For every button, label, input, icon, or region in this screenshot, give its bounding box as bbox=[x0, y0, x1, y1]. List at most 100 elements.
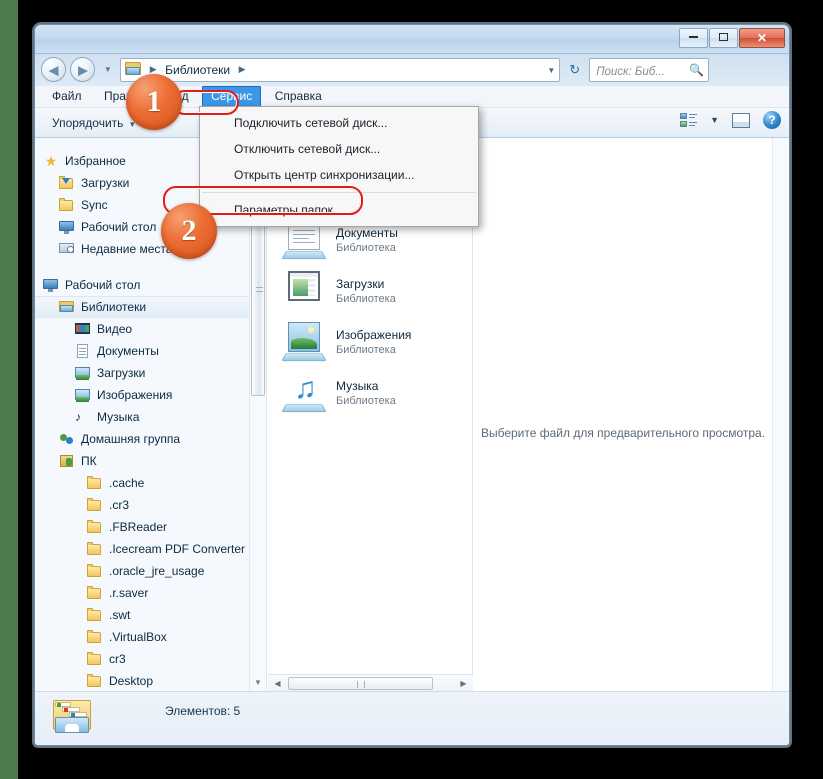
file-list-horizontal-scrollbar[interactable]: ◀ ▶ bbox=[268, 674, 473, 691]
file-item-pictures[interactable]: Изображения Библиотека bbox=[268, 317, 472, 368]
nav-item-swt[interactable]: .swt bbox=[35, 604, 266, 626]
nav-label: Загрузки bbox=[81, 176, 130, 190]
menu-item-file[interactable]: Файл bbox=[43, 86, 91, 107]
nav-item-documents[interactable]: Документы bbox=[35, 340, 266, 362]
back-arrow-icon: ◀ bbox=[48, 62, 59, 77]
nav-label: Избранное bbox=[65, 154, 126, 168]
nav-label: Документы bbox=[97, 344, 159, 358]
refresh-icon[interactable]: ↻ bbox=[565, 62, 585, 78]
explorer-window: ✕ ◀ ▶ ▼ ▶ Библиотеки ▶ ▼ ↻ Поиск: Биб...… bbox=[34, 24, 790, 746]
breadcrumb-sep-icon: ▶ bbox=[149, 63, 157, 74]
nav-label: Музыка bbox=[97, 410, 140, 424]
folder-icon bbox=[87, 651, 103, 667]
window-controls: ✕ bbox=[679, 28, 785, 48]
nav-label: Рабочий стол bbox=[65, 278, 141, 292]
scroll-right-icon[interactable]: ▶ bbox=[457, 677, 470, 690]
minimize-icon bbox=[680, 33, 707, 43]
close-button[interactable]: ✕ bbox=[739, 28, 785, 48]
nav-label: .r.saver bbox=[109, 586, 149, 600]
nav-item-libraries[interactable]: Библиотеки bbox=[35, 296, 266, 318]
nav-item-homegroup[interactable]: Домашняя группа bbox=[35, 428, 266, 450]
nav-item-icecream-pdf-converter[interactable]: .Icecream PDF Converter bbox=[35, 538, 266, 560]
menu-option-map-network-drive[interactable]: Подключить сетевой диск... bbox=[200, 110, 478, 136]
nav-item-pictures[interactable]: Изображения bbox=[35, 384, 266, 406]
nav-label: Загрузки bbox=[97, 366, 146, 380]
pictures-icon bbox=[75, 388, 91, 403]
view-chevron-down-icon[interactable]: ▼ bbox=[710, 115, 719, 125]
homegroup-icon bbox=[59, 432, 75, 447]
nav-item-downloads-library[interactable]: Загрузки bbox=[35, 362, 266, 384]
user-folder-icon bbox=[59, 454, 75, 469]
nav-label: .cr3 bbox=[109, 498, 130, 512]
nav-item-pc[interactable]: ПК bbox=[35, 450, 266, 472]
annotation-badge-2: 2 bbox=[161, 203, 217, 259]
file-item-downloads[interactable]: Загрузки Библиотека bbox=[268, 266, 472, 317]
scroll-down-icon[interactable]: ▼ bbox=[254, 678, 262, 687]
maximize-icon bbox=[710, 33, 737, 43]
nav-item-desktop-folder[interactable]: Desktop bbox=[35, 670, 266, 691]
search-input[interactable]: Поиск: Биб... 🔍 bbox=[589, 57, 710, 82]
nav-item-r-saver[interactable]: .r.saver bbox=[35, 582, 266, 604]
tools-dropdown-menu: Подключить сетевой диск... Отключить сет… bbox=[199, 106, 479, 227]
folder-icon bbox=[87, 519, 103, 535]
folder-icon bbox=[87, 629, 103, 645]
downloads-icon bbox=[59, 175, 75, 191]
address-dropdown-icon[interactable]: ▼ bbox=[547, 66, 555, 75]
libraries-icon bbox=[125, 62, 142, 76]
nav-item-desktop[interactable]: Рабочий стол bbox=[35, 274, 266, 296]
menu-option-disconnect-network-drive[interactable]: Отключить сетевой диск... bbox=[200, 136, 478, 162]
menu-item-tools[interactable]: Сервис bbox=[202, 86, 262, 107]
video-icon bbox=[75, 322, 91, 337]
change-view-icon[interactable] bbox=[680, 112, 698, 128]
history-dropdown-icon[interactable]: ▼ bbox=[104, 65, 112, 74]
minimize-button[interactable] bbox=[679, 28, 708, 48]
nav-label: .Icecream PDF Converter bbox=[109, 542, 246, 556]
nav-item-oracle-jre-usage[interactable]: .oracle_jre_usage bbox=[35, 560, 266, 582]
forward-button[interactable]: ▶ bbox=[70, 57, 96, 82]
breadcrumb-sep-icon-2[interactable]: ▶ bbox=[239, 64, 246, 74]
close-icon: ✕ bbox=[756, 31, 768, 45]
star-icon: ★ bbox=[44, 152, 58, 169]
file-type: Библиотека bbox=[336, 293, 396, 305]
preview-message: Выберите файл для предварительного просм… bbox=[480, 426, 766, 440]
nav-item-virtualbox[interactable]: .VirtualBox bbox=[35, 626, 266, 648]
menu-item-help[interactable]: Справка bbox=[266, 86, 331, 107]
maximize-button[interactable] bbox=[709, 28, 738, 48]
file-type: Библиотека bbox=[336, 242, 396, 254]
breadcrumb-root[interactable]: Библиотеки bbox=[165, 62, 230, 76]
nav-item-video[interactable]: Видео bbox=[35, 318, 266, 340]
downloads-library-icon bbox=[75, 366, 91, 381]
nav-item-recent-places[interactable]: Недавние места bbox=[35, 238, 266, 260]
content-scrollbar[interactable] bbox=[772, 138, 789, 691]
file-name: Документы bbox=[336, 226, 398, 240]
search-placeholder: Поиск: Биб... bbox=[596, 65, 665, 78]
file-item-music[interactable]: ♫ Музыка Библиотека bbox=[268, 368, 472, 419]
nav-label: .VirtualBox bbox=[109, 630, 167, 644]
nav-item-cr3[interactable]: cr3 bbox=[35, 648, 266, 670]
nav-label: Изображения bbox=[97, 388, 173, 402]
libraries-folder-icon bbox=[49, 698, 97, 740]
annotation-badge-1: 1 bbox=[126, 74, 182, 130]
menu-option-folder-options[interactable]: Параметры папок... bbox=[200, 197, 478, 223]
nav-label: Sync bbox=[81, 198, 108, 212]
nav-item-music[interactable]: ♪ Музыка bbox=[35, 406, 266, 428]
nav-item-cache[interactable]: .cache bbox=[35, 472, 266, 494]
screenshot-root: ✕ ◀ ▶ ▼ ▶ Библиотеки ▶ ▼ ↻ Поиск: Биб...… bbox=[0, 0, 823, 779]
folder-icon bbox=[87, 497, 103, 513]
nav-item-cr3-dot[interactable]: .cr3 bbox=[35, 494, 266, 516]
folder-icon bbox=[87, 607, 103, 623]
scroll-left-icon[interactable]: ◀ bbox=[271, 677, 284, 690]
horizontal-scrollbar-thumb[interactable] bbox=[288, 677, 433, 690]
help-button[interactable]: ? bbox=[763, 111, 781, 129]
address-input[interactable]: ▶ Библиотеки ▶ ▼ bbox=[120, 57, 561, 82]
folder-icon bbox=[87, 541, 103, 557]
nav-item-fbreader[interactable]: .FBReader bbox=[35, 516, 266, 538]
preview-pane-toggle-icon[interactable] bbox=[732, 112, 750, 128]
back-button[interactable]: ◀ bbox=[41, 57, 66, 82]
nav-label: Видео bbox=[97, 322, 133, 336]
downloads-library-icon bbox=[278, 269, 330, 315]
folder-icon bbox=[87, 673, 103, 689]
document-icon bbox=[75, 343, 91, 359]
menu-option-open-sync-center[interactable]: Открыть центр синхронизации... bbox=[200, 162, 478, 188]
folder-icon bbox=[59, 197, 75, 213]
